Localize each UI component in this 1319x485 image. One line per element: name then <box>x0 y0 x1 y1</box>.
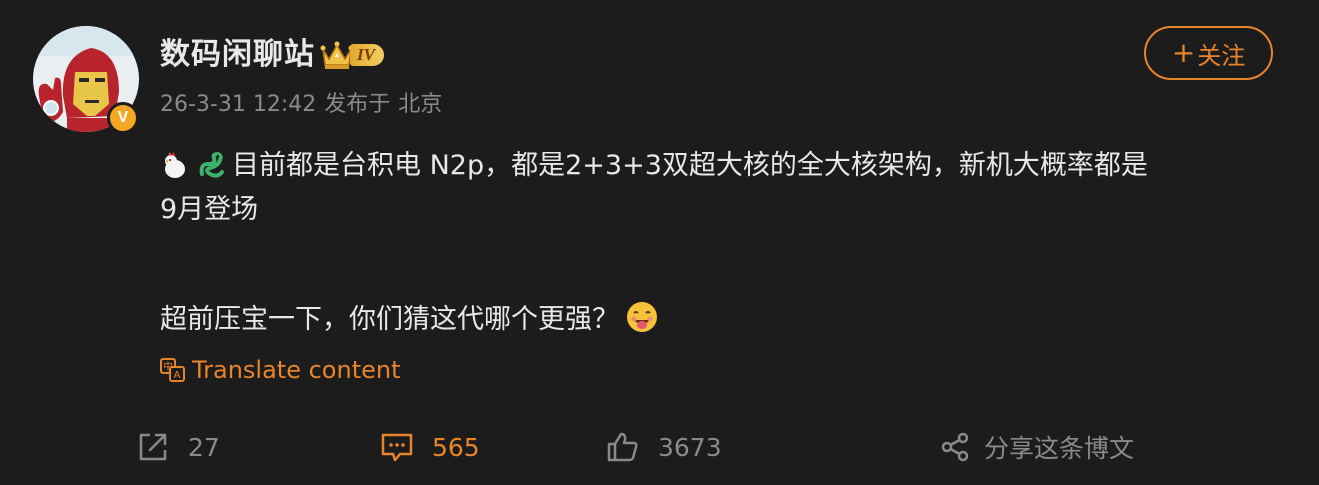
share-label: 分享这条博文 <box>984 434 1135 463</box>
repost-count: 27 <box>188 432 220 462</box>
comment-button[interactable]: 565 <box>380 420 480 474</box>
svg-text:A: A <box>174 370 181 381</box>
level-label: IV <box>350 44 384 66</box>
translate-icon: 中 A <box>160 358 185 382</box>
action-bar: 27 565 3673 分享这条博文 <box>0 420 1319 474</box>
follow-label: 关注 <box>1197 41 1246 70</box>
content-text-2: 9月登场 <box>160 194 259 225</box>
username[interactable]: 数码闲聊站 <box>160 34 315 76</box>
comment-icon <box>381 433 413 462</box>
content-text-3: 超前压宝一下，你们猜这代哪个更强？ <box>160 304 619 335</box>
crown-icon <box>320 41 354 69</box>
content-text-1: 目前都是台积电 N2p，都是2+3+3双超大核的全大核架构，新机大概率都是 <box>232 150 1148 181</box>
chicken-icon <box>165 152 185 178</box>
content-line-3: 超前压宝一下，你们猜这代哪个更强？ <box>160 298 1280 342</box>
level-badge[interactable]: IV <box>320 39 384 71</box>
translate-label: Translate content <box>192 356 401 384</box>
post-meta: 26-3-31 12:42 发布于 北京 <box>160 88 450 122</box>
like-button[interactable]: 3673 <box>606 420 722 474</box>
translate-link[interactable]: 中 A Translate content <box>160 352 401 388</box>
dragon-icon <box>199 151 224 178</box>
content-line-1: 目前都是台积电 N2p，都是2+3+3双超大核的全大核架构，新机大概率都是 <box>160 144 1280 188</box>
share-icon <box>941 432 969 462</box>
post-date[interactable]: 26-3-31 12:42 <box>160 92 316 117</box>
repost-icon <box>139 433 167 461</box>
plus-icon: + <box>1171 36 1196 69</box>
post-content: 目前都是台积电 N2p，都是2+3+3双超大核的全大核架构，新机大概率都是 9月… <box>160 144 1280 342</box>
tongue-face-icon <box>627 302 657 332</box>
comment-count: 565 <box>432 432 480 462</box>
thumbs-up-icon <box>607 432 638 462</box>
source-prefix: 发布于 <box>324 92 391 117</box>
like-count: 3673 <box>658 432 722 462</box>
post-location: 北京 <box>398 92 443 117</box>
repost-button[interactable]: 27 <box>136 420 220 474</box>
verified-badge: V <box>107 102 139 134</box>
follow-button[interactable]: + 关注 <box>1144 26 1273 80</box>
share-button[interactable]: 分享这条博文 <box>940 420 1134 474</box>
